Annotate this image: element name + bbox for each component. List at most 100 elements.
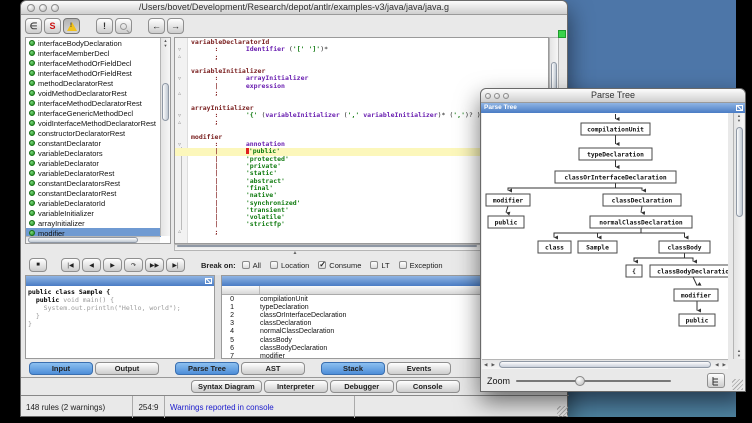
- scroll-down-icon[interactable]: ▼: [161, 44, 170, 48]
- scroll-thumb[interactable]: [177, 245, 477, 247]
- main-titlebar[interactable]: /Users/bovet/Development/Research/depot/…: [21, 1, 567, 15]
- rule-item[interactable]: interfaceMemberDecl: [26, 48, 161, 58]
- rule-item[interactable]: variableDeclarator: [26, 158, 161, 168]
- parse-tree-canvas[interactable]: compilationUnit typeDeclaration classOrInt…: [482, 113, 728, 359]
- scroll-left-icon[interactable]: ◀: [482, 362, 489, 368]
- fold-close-icon[interactable]: ▵: [178, 229, 181, 235]
- tree-node[interactable]: classBodyDeclaration: [650, 265, 728, 277]
- rule-item[interactable]: constantDeclaratorRest: [26, 188, 161, 198]
- rule-item[interactable]: interfaceMethodOrFieldRest: [26, 68, 161, 78]
- scroll-left-icon[interactable]: ◀: [713, 362, 720, 368]
- stop-button[interactable]: ■: [29, 258, 47, 272]
- scroll-down-icon[interactable]: ▼: [734, 119, 744, 123]
- rules-hscrollbar[interactable]: [26, 236, 160, 243]
- parse-tree-vscrollbar[interactable]: ▲ ▼ ▲ ▼: [733, 113, 744, 359]
- fold-open-icon[interactable]: ▿: [178, 47, 181, 53]
- tree-node[interactable]: {: [626, 265, 642, 277]
- fold-close-icon[interactable]: ▵: [178, 120, 181, 126]
- tree-node[interactable]: typeDeclaration: [579, 148, 652, 160]
- step-forward-button[interactable]: ▶: [103, 258, 122, 272]
- checkbox[interactable]: [318, 261, 326, 269]
- checkbox[interactable]: [242, 261, 250, 269]
- rules-vscrollbar[interactable]: ▲ ▼: [160, 38, 170, 236]
- rule-item[interactable]: variableDeclaratorRest: [26, 168, 161, 178]
- rule-item[interactable]: voidInterfaceMethodDeclaratorRest: [26, 118, 161, 128]
- resize-grip[interactable]: [732, 379, 743, 390]
- rule-item[interactable]: voidMethodDeclaratorRest: [26, 88, 161, 98]
- scroll-right-icon[interactable]: ▶: [721, 362, 728, 368]
- tree-node[interactable]: Sample: [578, 241, 617, 253]
- rule-item[interactable]: constructorDeclaratorRest: [26, 128, 161, 138]
- rule-item[interactable]: interfaceBodyDeclaration: [26, 38, 161, 48]
- tab-interpreter[interactable]: Interpreter: [264, 380, 328, 393]
- code-line[interactable]: : Identifier ('[' ']')*: [191, 46, 548, 53]
- tab-output[interactable]: Output: [95, 362, 159, 375]
- tree-node[interactable]: compilationUnit: [581, 123, 650, 135]
- editor-gutter[interactable]: ▿▵▿▵▿▵▿▵: [175, 38, 188, 243]
- rule-item[interactable]: constantDeclaratorsRest: [26, 178, 161, 188]
- input-text[interactable]: public class Sample { public void main()…: [28, 288, 181, 328]
- forward-button[interactable]: →: [167, 18, 184, 34]
- rule-item[interactable]: constantDeclarator: [26, 138, 161, 148]
- checkbox[interactable]: [270, 261, 278, 269]
- scroll-thumb[interactable]: [162, 83, 169, 121]
- warnings-button[interactable]: [63, 18, 80, 34]
- scroll-thumb[interactable]: [736, 127, 743, 217]
- rule-item[interactable]: interfaceMethodOrFieldDecl: [26, 58, 161, 68]
- rule-item[interactable]: interfaceMethodDeclaratorRest: [26, 98, 161, 108]
- rule-item[interactable]: variableDeclarators: [26, 148, 161, 158]
- rule-item[interactable]: variableDeclaratorId: [26, 198, 161, 208]
- tab-input[interactable]: Input: [29, 362, 93, 375]
- code-line[interactable]: ;: [191, 54, 548, 61]
- rule-item[interactable]: methodDeclaratorRest: [26, 78, 161, 88]
- expand-tree-button[interactable]: [707, 373, 725, 388]
- scroll-right-icon[interactable]: ▶: [489, 362, 496, 368]
- fold-close-icon[interactable]: ▵: [178, 54, 181, 60]
- scroll-thumb[interactable]: [28, 237, 138, 243]
- resize-grip[interactable]: [557, 406, 568, 417]
- tree-node[interactable]: classBody: [659, 241, 710, 253]
- column-number[interactable]: [222, 286, 260, 294]
- tree-node[interactable]: normalClassDeclaration: [590, 216, 692, 228]
- tab-console[interactable]: Console: [396, 380, 460, 393]
- tree-node[interactable]: modifier: [674, 289, 718, 301]
- fold-open-icon[interactable]: ▿: [178, 76, 181, 82]
- parse-tree-hscrollbar[interactable]: ◀ ▶ ◀ ▶: [482, 359, 728, 369]
- goto-end-button[interactable]: ▶|: [166, 258, 185, 272]
- checkbox[interactable]: [370, 261, 378, 269]
- tree-node[interactable]: modifier: [486, 194, 530, 206]
- zoom-slider[interactable]: [516, 380, 671, 382]
- tab-stack[interactable]: Stack: [321, 362, 385, 375]
- rule-item[interactable]: variableInitializer: [26, 208, 161, 218]
- step-over-button[interactable]: ↷: [124, 258, 143, 272]
- detach-icon[interactable]: [205, 278, 212, 284]
- tab-debugger[interactable]: Debugger: [330, 380, 394, 393]
- tree-node[interactable]: public: [488, 216, 524, 228]
- tab-events[interactable]: Events: [387, 362, 451, 375]
- tree-node[interactable]: public: [679, 314, 715, 326]
- find-button[interactable]: [115, 18, 132, 34]
- rule-item[interactable]: arrayInitializer: [26, 218, 161, 228]
- checkbox[interactable]: [399, 261, 407, 269]
- tab-ast[interactable]: AST: [241, 362, 305, 375]
- report-button[interactable]: !: [96, 18, 113, 34]
- syntax-button[interactable]: S: [44, 18, 61, 34]
- parse-tree-titlebar[interactable]: Parse Tree: [481, 89, 745, 103]
- tree-node[interactable]: classDeclaration: [603, 194, 681, 206]
- goto-start-button[interactable]: |◀: [61, 258, 80, 272]
- status-message[interactable]: Warnings reported in console: [165, 396, 355, 418]
- fold-close-icon[interactable]: ▵: [178, 91, 181, 97]
- scroll-thumb[interactable]: [499, 361, 711, 368]
- detach-icon[interactable]: [736, 105, 743, 111]
- fast-forward-button[interactable]: ▶▶: [145, 258, 164, 272]
- coloring-button[interactable]: ∈: [25, 18, 42, 34]
- zoom-slider-thumb[interactable]: [575, 376, 585, 386]
- fold-open-icon[interactable]: ▿: [178, 113, 181, 119]
- scroll-down-icon[interactable]: ▼: [734, 354, 744, 358]
- back-button[interactable]: ←: [148, 18, 165, 34]
- tree-node[interactable]: classOrInterfaceDeclaration: [555, 171, 676, 183]
- tree-node[interactable]: class: [538, 241, 571, 253]
- rule-item[interactable]: interfaceGenericMethodDecl: [26, 108, 161, 118]
- tab-parse-tree[interactable]: Parse Tree: [175, 362, 239, 375]
- step-back-button[interactable]: ◀: [82, 258, 101, 272]
